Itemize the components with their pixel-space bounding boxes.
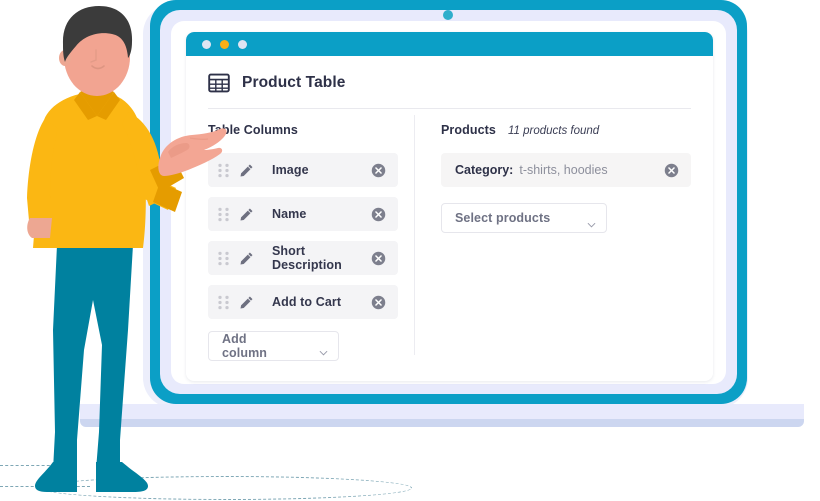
person-illustration: [27, 6, 182, 492]
chevron-down-icon: [587, 215, 596, 228]
app-header: Product Table: [186, 56, 713, 108]
products-header: Products 11 products found: [441, 123, 691, 141]
app-window: Product Table Table Columns Image Name S…: [186, 32, 713, 381]
pencil-icon[interactable]: [239, 251, 254, 266]
remove-circle-icon[interactable]: [371, 295, 386, 310]
remove-circle-icon[interactable]: [664, 163, 679, 178]
remove-circle-icon[interactable]: [371, 207, 386, 222]
table-column-label: Image: [272, 163, 309, 177]
pencil-icon[interactable]: [239, 295, 254, 310]
select-products-label: Select products: [455, 211, 551, 225]
window-titlebar: [186, 32, 713, 56]
add-column-label: Add column: [222, 332, 268, 360]
table-row[interactable]: Add to Cart: [208, 285, 399, 319]
remove-circle-icon[interactable]: [371, 163, 386, 178]
screenshot-stage: Product Table Table Columns Image Name S…: [0, 0, 820, 501]
table-column-label: Add to Cart: [272, 295, 342, 309]
table-column-label: Short Description: [272, 244, 342, 272]
chevron-down-icon: [319, 343, 328, 356]
window-dot-grey-right[interactable]: [238, 39, 247, 49]
table-column-label: Name: [272, 207, 307, 221]
pencil-icon[interactable]: [239, 207, 254, 222]
products-count: 11 products found: [507, 125, 600, 137]
pointing-hand: [150, 128, 227, 192]
remove-circle-icon[interactable]: [371, 251, 386, 266]
table-row[interactable]: Name: [208, 197, 399, 231]
products-title: Products: [441, 123, 496, 137]
category-filter-key: Category:: [455, 163, 514, 177]
page-title: Product Table: [242, 74, 346, 91]
select-products-dropdown[interactable]: Select products: [441, 203, 607, 233]
app-body: Table Columns Image Name Short Descripti…: [186, 109, 713, 375]
products-panel: Products 11 products found Category: t-s…: [415, 109, 713, 375]
category-filter-chip[interactable]: Category: t-shirts, hoodies: [441, 153, 691, 187]
table-row[interactable]: Short Description: [208, 241, 399, 275]
laptop-webcam-icon: [443, 10, 453, 20]
category-filter-value: t-shirts, hoodies: [519, 163, 608, 177]
